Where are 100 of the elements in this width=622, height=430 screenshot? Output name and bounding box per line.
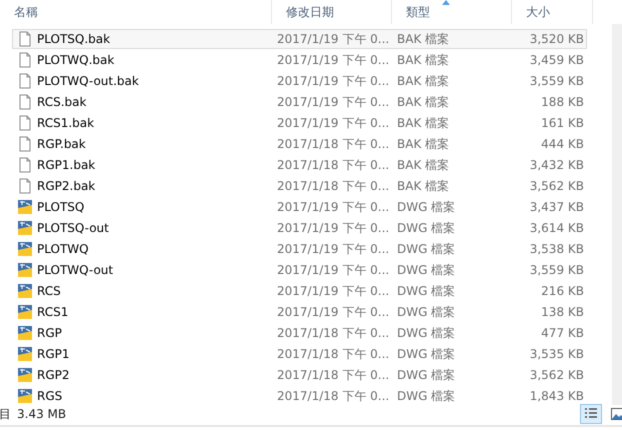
size-cell-text: 3,562 KB — [528, 179, 585, 193]
date-cell-text: 2017/1/18 下午 0... — [276, 324, 390, 342]
date-cell-text: 2017/1/19 下午 0... — [276, 220, 390, 236]
date-cell-text: 2017/1/19 下午 0... — [276, 282, 390, 300]
file-row[interactable]: PLOTSQ.bak 2017/1/19 下午 0... BAK 檔案 3,520 KB — [12, 29, 587, 49]
type-cell-text: DWG 檔案 — [396, 304, 456, 320]
date-cell-text: 2017/1/19 下午 0... — [276, 304, 390, 320]
file-name: RGP2.bak — [37, 179, 96, 193]
file-name: PLOTSQ — [37, 200, 84, 214]
type-cell-text: DWG 檔案 — [396, 282, 456, 300]
size-cell-text: 216 KB — [540, 284, 585, 298]
file-row[interactable]: PLOTWQ.bak 2017/1/19 下午 0... BAK 檔案 3,459 KB — [12, 50, 587, 70]
size-cell-text: 3,562 KB — [528, 368, 585, 382]
drawing-file-icon — [17, 199, 33, 215]
drawing-file-icon — [17, 262, 33, 278]
type-cell-text: DWG 檔案 — [396, 262, 456, 278]
drawing-file-icon — [17, 325, 33, 341]
file-row[interactable]: PLOTWQ-out 2017/1/19 下午 0... DWG 檔案 3,559 KB — [12, 260, 587, 280]
file-name: RGP2 — [37, 368, 70, 382]
size-cell-text: 3,432 KB — [528, 158, 585, 172]
file-row[interactable]: RCS1.bak 2017/1/19 下午 0... BAK 檔案 161 KB — [12, 113, 587, 133]
size-cell-text: 3,459 KB — [528, 53, 585, 67]
size-cell-text: 161 KB — [540, 116, 585, 130]
date-cell-text: 2017/1/19 下午 0... — [276, 114, 390, 132]
drawing-file-icon — [17, 367, 33, 383]
document-icon — [17, 52, 33, 68]
date-cell-text: 2017/1/19 下午 0... — [276, 198, 390, 216]
file-name: RCS — [37, 284, 61, 298]
type-cell-text: BAK 檔案 — [396, 30, 450, 48]
drawing-file-icon — [17, 304, 33, 320]
type-cell-text: DWG 檔案 — [396, 366, 456, 384]
file-row[interactable]: RGP 2017/1/18 下午 0... DWG 檔案 477 KB — [12, 323, 587, 343]
size-cell-text: 3,559 KB — [528, 74, 585, 88]
file-row[interactable]: RGS 2017/1/18 下午 0... DWG 檔案 1,843 KB — [12, 386, 587, 406]
type-cell-text: DWG 檔案 — [396, 198, 456, 216]
item-count-label: 目 — [0, 406, 11, 422]
size-cell-text: 477 KB — [540, 326, 585, 340]
file-row[interactable]: PLOTSQ-out 2017/1/19 下午 0... DWG 檔案 3,614 KB — [12, 218, 587, 238]
file-name: PLOTSQ.bak — [37, 32, 110, 46]
date-cell-text: 2017/1/19 下午 0... — [276, 72, 390, 90]
file-name: PLOTWQ — [37, 242, 89, 256]
document-icon — [17, 136, 33, 152]
document-icon — [17, 178, 33, 194]
file-name: RCS.bak — [37, 95, 86, 109]
document-icon — [17, 115, 33, 131]
document-icon — [17, 157, 33, 173]
file-row[interactable]: RCS1 2017/1/19 下午 0... DWG 檔案 138 KB — [12, 302, 587, 322]
details-view-icon — [584, 408, 598, 420]
date-cell-text: 2017/1/19 下午 0... — [276, 240, 390, 258]
column-header[interactable]: 名稱 — [14, 5, 38, 19]
date-cell-text: 2017/1/18 下午 0... — [276, 178, 390, 194]
file-name: RCS1 — [37, 305, 68, 319]
type-cell-text: DWG 檔案 — [396, 388, 456, 404]
file-name: RGP — [37, 326, 62, 340]
details-view-button[interactable] — [580, 404, 602, 424]
document-icon — [17, 73, 33, 89]
drawing-file-icon — [17, 346, 33, 362]
size-cell-text: 3,535 KB — [528, 347, 585, 361]
type-cell-text: BAK 檔案 — [396, 156, 450, 174]
file-row[interactable]: RCS.bak 2017/1/19 下午 0... BAK 檔案 188 KB — [12, 92, 587, 112]
date-cell-text: 2017/1/19 下午 0... — [276, 30, 390, 48]
size-cell-text: 3,614 KB — [528, 221, 585, 235]
date-cell-text: 2017/1/18 下午 0... — [276, 136, 390, 152]
file-row[interactable]: PLOTWQ-out.bak 2017/1/19 下午 0... BAK 檔案 3,559 KB — [12, 71, 587, 91]
size-cell-text: 3,559 KB — [528, 263, 585, 277]
size-cell-text: 444 KB — [540, 137, 585, 151]
column-header[interactable]: 類型 — [406, 5, 430, 19]
file-row[interactable]: RCS 2017/1/19 下午 0... DWG 檔案 216 KB — [12, 281, 587, 301]
date-cell-text: 2017/1/19 下午 0... — [276, 262, 390, 278]
date-cell-text: 2017/1/18 下午 0... — [276, 346, 390, 362]
date-cell-text: 2017/1/19 下午 0... — [276, 52, 390, 68]
date-cell-text: 2017/1/18 下午 0... — [276, 156, 390, 174]
type-cell-text: BAK 檔案 — [396, 72, 450, 90]
file-name: PLOTSQ-out — [37, 221, 109, 235]
type-cell-text: BAK 檔案 — [396, 114, 450, 132]
file-name: RCS1.bak — [37, 116, 94, 130]
file-row[interactable]: RGP1.bak 2017/1/18 下午 0... BAK 檔案 3,432 KB — [12, 155, 587, 175]
drawing-file-icon — [17, 388, 33, 404]
file-row[interactable]: RGP1 2017/1/18 下午 0... DWG 檔案 3,535 KB — [12, 344, 587, 364]
type-cell-text: BAK 檔案 — [396, 94, 450, 110]
selection-size: 3.43 MB — [17, 407, 66, 421]
size-cell-text: 138 KB — [540, 305, 585, 319]
file-row[interactable]: RGP2 2017/1/18 下午 0... DWG 檔案 3,562 KB — [12, 365, 587, 385]
date-cell-text: 2017/1/18 下午 0... — [276, 388, 390, 404]
file-row[interactable]: RGP2.bak 2017/1/18 下午 0... BAK 檔案 3,562 KB — [12, 176, 587, 196]
type-cell-text: BAK 檔案 — [396, 52, 450, 68]
drawing-file-icon — [17, 283, 33, 299]
file-name: RGP1.bak — [37, 158, 96, 172]
file-row[interactable]: RGP.bak 2017/1/18 下午 0... BAK 檔案 444 KB — [12, 134, 587, 154]
document-icon — [17, 94, 33, 110]
file-name: RGP1 — [37, 347, 70, 361]
file-name: RGS — [37, 389, 62, 403]
file-name: PLOTWQ.bak — [37, 53, 114, 67]
file-row[interactable]: PLOTWQ 2017/1/19 下午 0... DWG 檔案 3,538 KB — [12, 239, 587, 259]
date-cell-text: 2017/1/19 下午 0... — [276, 94, 390, 110]
type-cell-text: DWG 檔案 — [396, 220, 456, 236]
column-header[interactable]: 修改日期 — [286, 5, 334, 19]
size-cell-text: 188 KB — [540, 95, 585, 109]
column-header[interactable]: 大小 — [526, 5, 550, 19]
file-row[interactable]: PLOTSQ 2017/1/19 下午 0... DWG 檔案 3,437 KB — [12, 197, 587, 217]
